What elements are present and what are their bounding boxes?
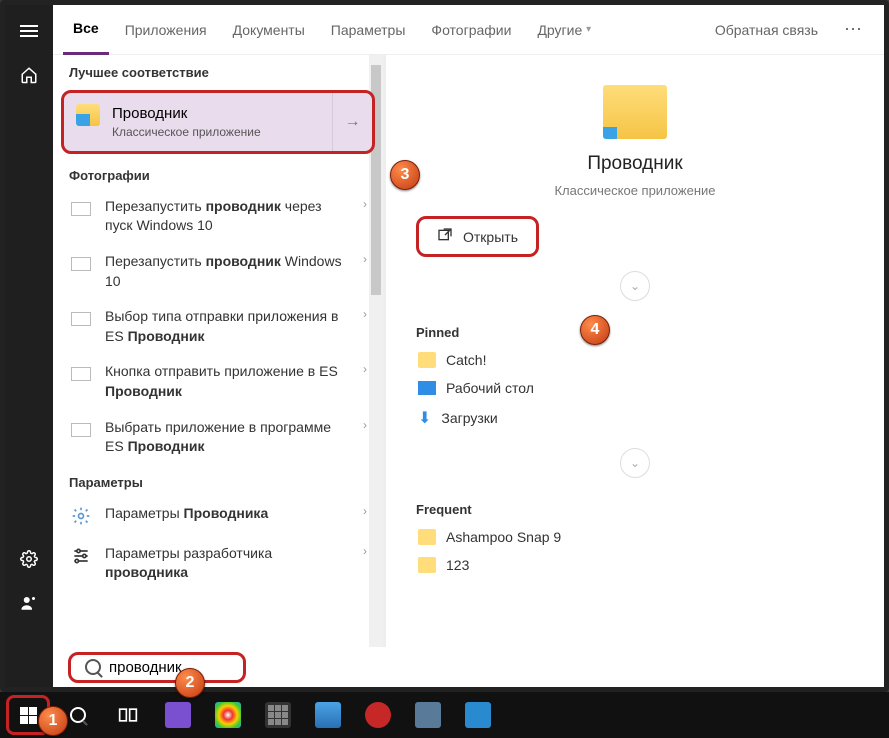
folder-icon — [418, 529, 436, 545]
pinned-item[interactable]: Catch! — [416, 346, 854, 374]
feedback-link[interactable]: Обратная связь — [705, 5, 828, 55]
tab-documents[interactable]: Документы — [223, 5, 315, 55]
frequent-item[interactable]: Ashampoo Snap 9 — [416, 523, 854, 551]
callout-badge: 1 — [38, 706, 68, 736]
search-bar — [60, 647, 400, 687]
app-icon — [365, 702, 391, 728]
result-item[interactable]: Перезапустить проводник Windows 10› — [53, 244, 383, 299]
task-view-button[interactable] — [106, 695, 150, 735]
pinned-item[interactable]: Рабочий стол — [416, 374, 854, 402]
result-item[interactable]: Параметры разработчика проводника› — [53, 536, 383, 591]
best-match-item[interactable]: Проводник Классическое приложение → — [61, 90, 375, 154]
expand-arrow-button[interactable]: → — [332, 93, 372, 151]
tab-all[interactable]: Все — [63, 5, 109, 55]
menu-button[interactable] — [9, 11, 49, 51]
results-list: Лучшее соответствие Проводник Классическ… — [53, 55, 383, 687]
calculator-icon — [265, 702, 291, 728]
taskbar-app[interactable] — [456, 695, 500, 735]
taskbar-app[interactable] — [206, 695, 250, 735]
chevron-right-icon: › — [363, 418, 367, 432]
folder-icon — [418, 352, 436, 368]
best-match-title: Проводник — [112, 103, 320, 124]
tab-more[interactable]: Другие ▾ — [527, 5, 601, 55]
chevron-right-icon: › — [363, 544, 367, 558]
open-icon — [437, 227, 453, 246]
search-input[interactable] — [109, 659, 229, 676]
folder-icon — [418, 557, 436, 573]
preview-title: Проводник — [587, 153, 682, 175]
taskbar-app[interactable] — [356, 695, 400, 735]
open-button[interactable]: Открыть — [416, 216, 539, 257]
taskbar-app[interactable] — [306, 695, 350, 735]
section-photos: Фотографии — [53, 158, 383, 189]
section-settings: Параметры — [53, 465, 383, 496]
start-sidebar — [5, 5, 53, 687]
result-item[interactable]: Перезапустить проводник через пуск Windo… — [53, 189, 383, 244]
tab-apps[interactable]: Приложения — [115, 5, 217, 55]
result-item[interactable]: Кнопка отправить приложение в ES Проводн… — [53, 354, 383, 409]
frequent-item[interactable]: 123 — [416, 551, 854, 579]
chevron-right-icon: › — [363, 504, 367, 518]
explorer-icon — [603, 85, 667, 139]
gear-icon — [69, 504, 93, 528]
tab-settings[interactable]: Параметры — [321, 5, 416, 55]
app-icon — [415, 702, 441, 728]
callout-badge: 2 — [175, 668, 205, 698]
windows-icon — [20, 707, 37, 724]
result-item[interactable]: Выбрать приложение в программе ES Провод… — [53, 410, 383, 465]
taskbar-app[interactable] — [406, 695, 450, 735]
chrome-icon — [215, 702, 241, 728]
filter-tabs: Все Приложения Документы Параметры Фотог… — [53, 5, 884, 55]
chevron-right-icon: › — [363, 252, 367, 266]
home-button[interactable] — [9, 55, 49, 95]
preview-subtitle: Классическое приложение — [554, 183, 715, 198]
taskbar — [0, 692, 889, 738]
result-item[interactable]: Выбор типа отправки приложения в ES Пров… — [53, 299, 383, 354]
image-icon — [71, 202, 91, 216]
image-icon — [71, 367, 91, 381]
expand-down-button[interactable]: ⌄ — [620, 448, 650, 478]
taskbar-app[interactable] — [256, 695, 300, 735]
app-icon — [465, 702, 491, 728]
frequent-header: Frequent — [416, 502, 854, 517]
app-icon — [315, 702, 341, 728]
section-best-match: Лучшее соответствие — [53, 55, 383, 86]
pinned-item[interactable]: ⬇Загрузки — [416, 402, 854, 434]
desktop-icon — [418, 381, 436, 395]
expand-down-button[interactable]: ⌄ — [620, 271, 650, 301]
taskbar-app[interactable] — [156, 695, 200, 735]
tab-photos[interactable]: Фотографии — [421, 5, 521, 55]
app-icon — [165, 702, 191, 728]
callout-badge: 3 — [390, 160, 420, 190]
chevron-right-icon: › — [363, 362, 367, 376]
explorer-icon — [76, 104, 100, 126]
chevron-down-icon: ▾ — [586, 24, 591, 35]
chevron-right-icon: › — [363, 197, 367, 211]
pinned-header: Pinned — [416, 325, 854, 340]
sliders-icon — [69, 544, 93, 568]
chevron-right-icon: › — [363, 307, 367, 321]
image-icon — [71, 257, 91, 271]
download-icon: ⬇ — [418, 408, 431, 428]
settings-button[interactable] — [9, 539, 49, 579]
account-button[interactable] — [9, 583, 49, 623]
image-icon — [71, 423, 91, 437]
callout-badge: 4 — [580, 315, 610, 345]
more-options-button[interactable]: ⋯ — [834, 5, 874, 55]
search-box[interactable] — [68, 652, 246, 683]
image-icon — [71, 312, 91, 326]
preview-pane: Проводник Классическое приложение Открыт… — [383, 55, 884, 687]
best-match-subtitle: Классическое приложение — [112, 124, 320, 141]
result-item[interactable]: Параметры Проводника› — [53, 496, 383, 536]
search-icon — [85, 659, 101, 675]
